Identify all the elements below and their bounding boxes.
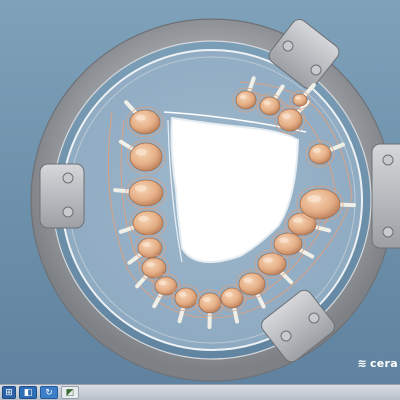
brand-logo: ≋ cera xyxy=(357,357,398,370)
app-window-icon: ◧ xyxy=(23,387,33,398)
tooth[interactable] xyxy=(129,207,167,239)
cerec-logo-icon: ≋ xyxy=(357,357,367,370)
tooth[interactable] xyxy=(289,90,311,110)
taskbar-app-2[interactable]: ↻ xyxy=(40,386,58,399)
tooth[interactable] xyxy=(235,269,269,299)
taskbar-app-1[interactable]: ◧ xyxy=(19,386,37,399)
ring-clamp-left xyxy=(39,163,85,229)
sync-icon: ↻ xyxy=(45,387,53,398)
3d-viewport[interactable]: ≋ cera xyxy=(0,0,400,384)
tooth[interactable] xyxy=(126,106,164,138)
tooth[interactable] xyxy=(171,284,201,312)
tooth[interactable] xyxy=(134,234,166,262)
brand-text: cera xyxy=(369,357,398,370)
tooth[interactable] xyxy=(256,93,284,119)
model-scene[interactable] xyxy=(0,0,400,384)
windows-start-icon: ⊞ xyxy=(5,387,13,398)
taskbar: ⊞ ◧ ↻ ◩ xyxy=(0,384,400,400)
taskbar-app-3[interactable]: ◩ xyxy=(61,386,79,399)
tooth[interactable] xyxy=(126,139,166,175)
image-icon: ◩ xyxy=(65,387,75,398)
ring-clamp-right xyxy=(371,143,400,249)
start-button[interactable]: ⊞ xyxy=(2,386,16,399)
tooth[interactable] xyxy=(296,185,344,223)
tooth[interactable] xyxy=(232,87,260,113)
tooth[interactable] xyxy=(305,140,335,168)
tooth[interactable] xyxy=(274,105,306,135)
tooth[interactable] xyxy=(195,289,225,317)
tooth[interactable] xyxy=(125,176,167,210)
